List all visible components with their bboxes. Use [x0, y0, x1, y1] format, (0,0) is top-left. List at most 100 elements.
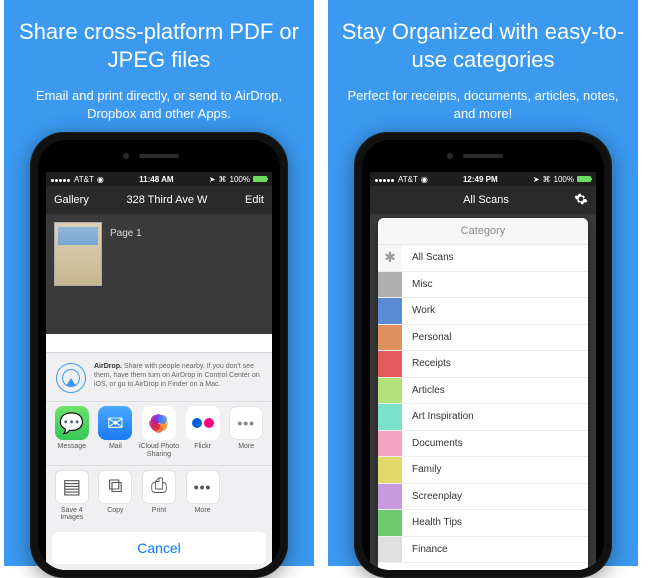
mail-icon: ✉ [98, 406, 132, 440]
color-swatch [378, 510, 402, 536]
location-icon: ➤ [209, 175, 216, 184]
phone-screen: AT&T ◉ 11:48 AM ➤ ⌘ 100% Gallery [46, 172, 272, 570]
app-label: iCloud Photo Sharing [137, 443, 181, 458]
share-app-message[interactable]: 💬 Message [50, 406, 94, 458]
location-icon: ➤ [533, 175, 540, 184]
popover-title: Category [378, 218, 588, 245]
action-label: Print [152, 507, 166, 521]
color-swatch [378, 431, 402, 457]
share-action-save-images[interactable]: ▤ Save 4 Images [50, 470, 94, 522]
share-actions-row: ▤ Save 4 Images ⧉ Copy ⎙Print••• More [46, 465, 272, 528]
category-label: Documents [412, 438, 463, 449]
color-swatch [378, 484, 402, 510]
phone-camera [447, 153, 453, 159]
wifi-icon: ◉ [421, 175, 428, 184]
category-label: Finance [412, 544, 448, 555]
back-button[interactable]: Gallery [54, 194, 89, 206]
subheadline: Perfect for receipts, documents, article… [340, 87, 626, 122]
app-label: More [238, 443, 254, 457]
status-bar: AT&T ◉ 12:49 PM ➤ ⌘ 100% [370, 172, 596, 186]
share-action-more[interactable]: ••• More [181, 470, 225, 522]
share-action-copy[interactable]: ⧉ Copy [94, 470, 138, 522]
more-icon: ••• [186, 470, 220, 504]
message-icon: 💬 [55, 406, 89, 440]
color-swatch [378, 537, 402, 563]
category-item[interactable]: Art Inspiration [378, 404, 588, 431]
signal-icon [375, 175, 395, 184]
star-icon: ✱ [378, 245, 402, 271]
category-label: All Scans [412, 252, 454, 263]
category-label: Receipts [412, 358, 451, 369]
battery-icon [577, 176, 591, 182]
bluetooth-icon: ⌘ [543, 175, 551, 184]
category-popover: Category ✱ All Scans Misc Work Personal Recei… [378, 218, 588, 570]
category-list[interactable]: ✱ All Scans Misc Work Personal Receipts Articl… [378, 245, 588, 570]
color-swatch [378, 272, 402, 298]
battery-icon [253, 176, 267, 182]
category-label: Work [412, 305, 435, 316]
color-swatch [378, 325, 402, 351]
category-item[interactable]: Misc [378, 272, 588, 299]
promo-panel-categories: Stay Organized with easy-to-use categori… [328, 0, 638, 566]
page-thumbnail[interactable] [54, 222, 102, 286]
category-item[interactable]: Health Tips [378, 510, 588, 537]
color-swatch [378, 351, 402, 377]
share-app-flickr[interactable]: Flickr [181, 406, 225, 458]
category-label: Personal [412, 332, 451, 343]
share-action-print[interactable]: ⎙Print [137, 470, 181, 522]
edit-button[interactable]: Edit [245, 194, 264, 206]
action-label: Copy [107, 507, 123, 521]
category-item[interactable]: Family [378, 457, 588, 484]
action-label: Save 4 Images [50, 507, 94, 522]
nav-bar: Gallery 328 Third Ave W Edit [46, 186, 272, 214]
category-label: Family [412, 464, 441, 475]
gallery-content: Page 1 [46, 214, 272, 334]
share-app-icloud-photo[interactable]: iCloud Photo Sharing [137, 406, 181, 458]
wifi-icon: ◉ [97, 175, 104, 184]
airdrop-text: AirDrop. Share with people nearby. If yo… [94, 363, 262, 389]
status-bar: AT&T ◉ 11:48 AM ➤ ⌘ 100% [46, 172, 272, 186]
phone-speaker [139, 154, 179, 158]
clock: 11:48 AM [139, 175, 173, 184]
copy-icon: ⧉ [98, 470, 132, 504]
nav-title: 328 Third Ave W [126, 194, 207, 206]
share-apps-row: 💬 Message ✉ Mail iCloud Photo SharingFlickr•… [46, 401, 272, 464]
airdrop-icon [56, 363, 86, 393]
airdrop-row[interactable]: AirDrop. Share with people nearby. If yo… [46, 353, 272, 401]
save-images-icon: ▤ [55, 470, 89, 504]
category-item[interactable]: Finance [378, 537, 588, 564]
more-icon: ••• [229, 406, 263, 440]
app-body: Category ✱ All Scans Misc Work Personal Recei… [370, 214, 596, 570]
nav-bar: All Scans [370, 186, 596, 214]
category-label: Health Tips [412, 517, 462, 528]
battery-percent: 100% [230, 175, 250, 184]
category-item[interactable]: Screenplay [378, 484, 588, 511]
carrier-label: AT&T [74, 175, 94, 184]
subheadline: Email and print directly, or send to Air… [16, 87, 302, 122]
category-item[interactable]: ✱ All Scans [378, 245, 588, 272]
gear-icon [574, 192, 588, 206]
bluetooth-icon: ⌘ [219, 175, 227, 184]
category-item[interactable]: Documents [378, 431, 588, 458]
category-label: Art Inspiration [412, 411, 474, 422]
action-label: More [195, 507, 211, 521]
category-item[interactable]: Work [378, 298, 588, 325]
app-label: Message [58, 443, 86, 457]
clock: 12:49 PM [463, 175, 498, 184]
share-app-mail[interactable]: ✉ Mail [94, 406, 138, 458]
category-item[interactable]: Articles [378, 378, 588, 405]
settings-button[interactable] [574, 192, 588, 209]
phone-camera [123, 153, 129, 159]
cancel-button[interactable]: Cancel [52, 532, 266, 564]
category-label: Screenplay [412, 491, 462, 502]
headline: Share cross-platform PDF or JPEG files [16, 18, 302, 73]
signal-icon [51, 175, 71, 184]
category-item[interactable]: Personal [378, 325, 588, 352]
spacer [224, 470, 268, 522]
app-label: Mail [109, 443, 122, 457]
carrier-label: AT&T [398, 175, 418, 184]
category-label: Articles [412, 385, 445, 396]
category-item[interactable]: Receipts [378, 351, 588, 378]
share-app-more[interactable]: ••• More [224, 406, 268, 458]
category-label: Misc [412, 279, 433, 290]
